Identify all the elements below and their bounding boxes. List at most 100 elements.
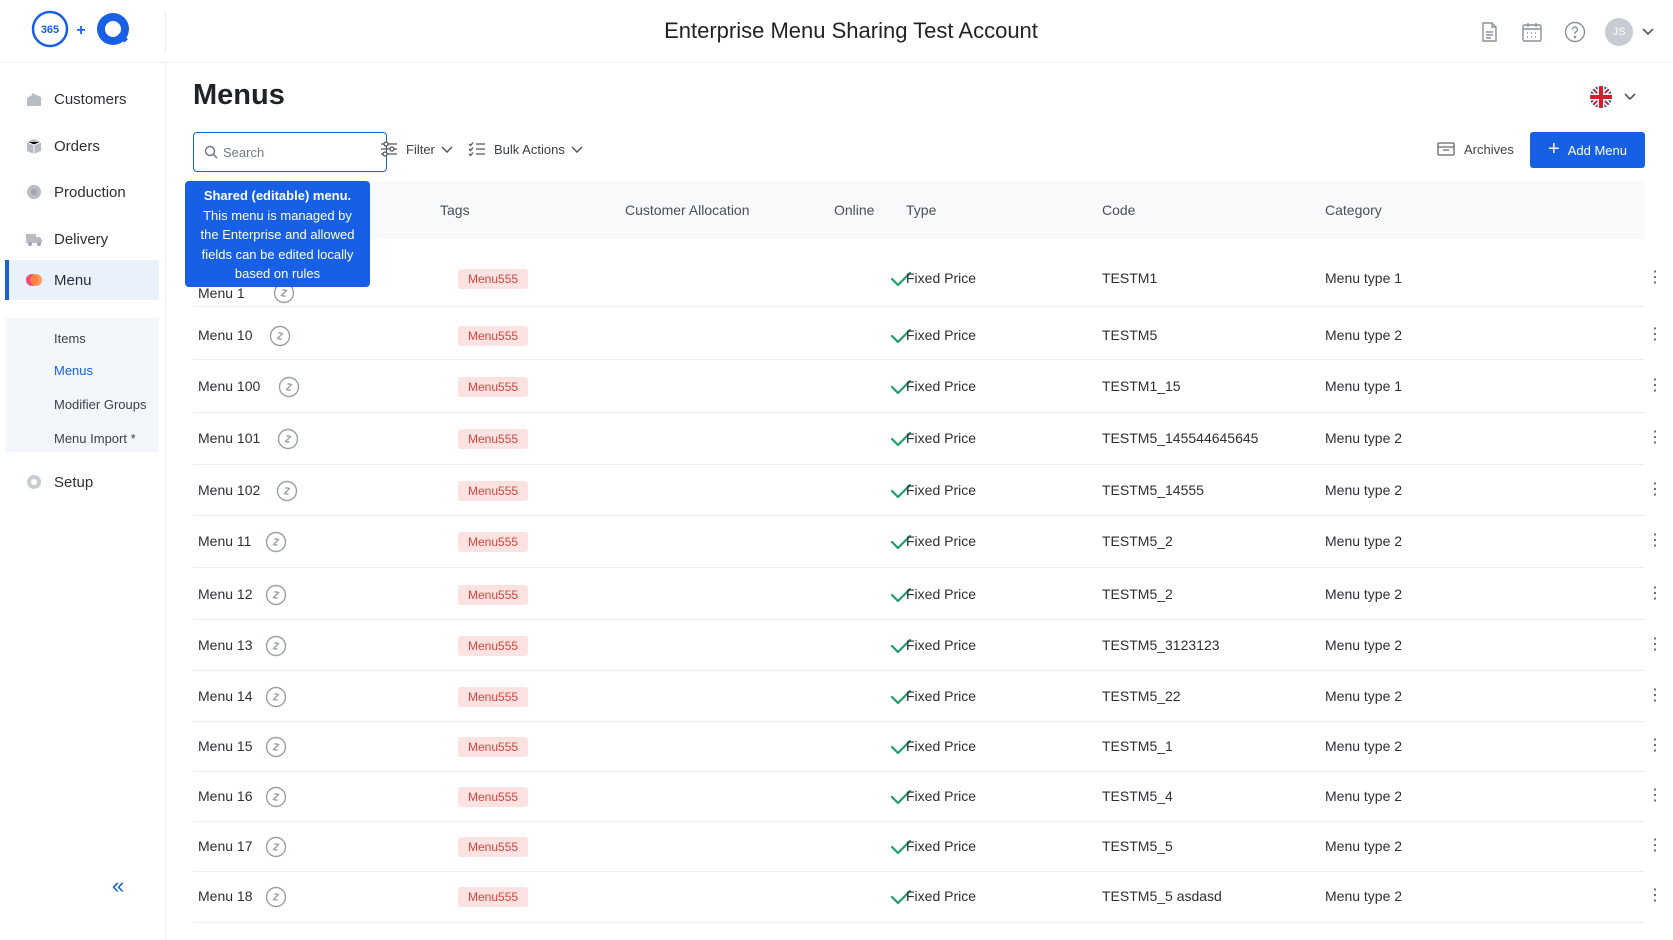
table-row[interactable]: Menu 10 Menu555 Fixed Price TESTM5 Menu type… [193,307,1663,360]
menu-icon [26,274,42,286]
column-header-code[interactable]: Code [1102,202,1135,218]
menu-name[interactable]: Menu 13 [198,637,252,653]
menu-name[interactable]: Menu 101 [198,430,260,446]
sidebar-item-customers[interactable]: Customers [5,79,159,119]
shared-menu-icon[interactable] [265,531,287,553]
sidebar: Customers Orders Production Delivery Men… [0,63,166,940]
column-header-type[interactable]: Type [906,202,936,218]
shared-menu-icon[interactable] [265,736,287,758]
tag-badge: Menu555 [458,687,529,707]
table-row[interactable]: Menu 15 Menu555 Fixed Price TESTM5_1 Menu ty… [193,722,1663,772]
row-actions-icon[interactable]: ⋮ [1647,738,1663,754]
table-row[interactable]: Menu 100 Menu555 Fixed Price TESTM1_15 Menu … [193,360,1663,413]
search-input[interactable]: Search [193,132,387,172]
shared-menu-icon[interactable] [278,376,300,398]
row-actions-icon[interactable]: ⋮ [1647,688,1663,704]
menu-name[interactable]: Menu 1 [198,285,245,301]
menu-type: Fixed Price [906,586,977,602]
row-actions-icon[interactable]: ⋮ [1647,327,1663,343]
column-header-tags[interactable]: Tags [440,202,470,218]
table-row[interactable]: Menu 13 Menu555 Fixed Price TESTM5_3123123 M… [193,620,1663,671]
add-menu-button[interactable]: + Add Menu [1530,132,1645,168]
menu-name[interactable]: Menu 100 [198,378,260,394]
menu-name[interactable]: Menu 10 [198,327,252,343]
shared-menu-icon[interactable] [277,428,299,450]
menu-code: TESTM1 [1102,270,1158,286]
submenu-item-menu-import[interactable]: Menu Import * [54,431,136,446]
tooltip-body: This menu is managed by the Enterprise a… [200,207,355,282]
menu-name[interactable]: Menu 12 [198,586,252,602]
column-header-category[interactable]: Category [1325,202,1382,218]
table-row[interactable]: Menu 101 Menu555 Fixed Price TESTM5_1455446… [193,413,1663,465]
sidebar-item-setup[interactable]: Setup [5,462,159,502]
menu-category: Menu type 2 [1325,888,1403,904]
sidebar-item-menu[interactable]: Menu [5,260,159,300]
menu-name[interactable]: Menu 18 [198,888,252,904]
building-icon [27,93,41,106]
column-header-customer-allocation[interactable]: Customer Allocation [625,202,750,218]
row-actions-icon[interactable]: ⋮ [1647,838,1663,854]
tag-badge: Menu555 [458,326,529,346]
menu-category: Menu type 2 [1325,586,1403,602]
document-icon[interactable] [1477,20,1501,44]
bulk-actions-button[interactable]: Bulk Actions [468,141,591,157]
shared-menu-icon[interactable] [265,635,287,657]
archives-button[interactable]: Archives [1437,141,1514,157]
menu-category: Menu type 2 [1325,637,1403,653]
menu-name[interactable]: Menu 17 [198,838,252,854]
table-row[interactable]: Menu 14 Menu555 Fixed Price TESTM5_22 Menu t… [193,671,1663,722]
menu-type: Fixed Price [906,327,977,343]
chevron-down-icon[interactable] [1641,24,1655,38]
sidebar-item-production[interactable]: Production [5,172,159,212]
row-actions-icon[interactable]: ⋮ [1647,482,1663,498]
user-avatar[interactable]: JS [1605,18,1633,46]
row-actions-icon[interactable]: ⋮ [1647,270,1663,286]
table-row[interactable]: Menu 16 Menu555 Fixed Price TESTM5_4 Menu ty… [193,772,1663,822]
shared-menu-icon[interactable] [276,480,298,502]
row-actions-icon[interactable]: ⋮ [1647,378,1663,394]
language-selector[interactable] [1587,83,1647,116]
menu-type: Fixed Price [906,688,977,704]
row-actions-icon[interactable]: ⋮ [1647,888,1663,904]
filter-button[interactable]: Filter [380,141,461,157]
column-header-online[interactable]: Online [834,202,874,218]
tag-badge: Menu555 [458,787,529,807]
shared-menu-icon[interactable] [269,325,291,347]
sidebar-item-orders[interactable]: Orders [5,126,159,166]
main-content: Menus Search Filter Bulk Actions Archive… [167,63,1673,940]
row-actions-icon[interactable]: ⋮ [1647,430,1663,446]
menu-name[interactable]: Menu 16 [198,788,252,804]
shared-menu-icon[interactable] [265,686,287,708]
menu-code: TESTM1_15 [1102,378,1181,394]
row-actions-icon[interactable]: ⋮ [1647,788,1663,804]
submenu-item-modifier-groups[interactable]: Modifier Groups [54,397,146,412]
row-actions-icon[interactable]: ⋮ [1647,586,1663,602]
menu-category: Menu type 2 [1325,482,1403,498]
menu-name[interactable]: Menu 15 [198,738,252,754]
collapse-sidebar-button[interactable]: « [112,873,124,899]
shared-menu-icon[interactable] [265,886,287,908]
calendar-icon[interactable] [1520,20,1544,44]
table-row[interactable]: Menu 17 Menu555 Fixed Price TESTM5_5 Menu ty… [193,822,1663,872]
help-icon[interactable] [1563,20,1587,44]
menu-category: Menu type 1 [1325,378,1403,394]
shared-menu-icon[interactable] [265,786,287,808]
submenu-item-menus[interactable]: Menus [54,363,93,378]
menu-name[interactable]: Menu 11 [198,533,251,549]
submenu-item-items[interactable]: Items [54,331,86,346]
search-icon [204,145,218,159]
sidebar-item-label: Delivery [54,230,109,248]
table-row[interactable]: Menu 12 Menu555 Fixed Price TESTM5_2 Menu ty… [193,568,1663,620]
menu-category: Menu type 2 [1325,688,1403,704]
row-actions-icon[interactable]: ⋮ [1647,637,1663,653]
table-row[interactable]: Menu 18 Menu555 Fixed Price TESTM5_5 asdasd… [193,872,1663,923]
sidebar-item-delivery[interactable]: Delivery [5,219,159,259]
menu-name[interactable]: Menu 102 [198,482,260,498]
table-row[interactable]: Menu 11 Menu555 Fixed Price TESTM5_2 Menu ty… [193,516,1663,568]
shared-menu-icon[interactable] [265,584,287,606]
table-row[interactable]: Menu 1 Menu555 Fixed Price TESTM1 Menu type … [193,239,1663,307]
shared-menu-icon[interactable] [265,836,287,858]
row-actions-icon[interactable]: ⋮ [1647,533,1663,549]
menu-name[interactable]: Menu 14 [198,688,252,704]
table-row[interactable]: Menu 102 Menu555 Fixed Price TESTM5_14555 Me… [193,465,1663,516]
